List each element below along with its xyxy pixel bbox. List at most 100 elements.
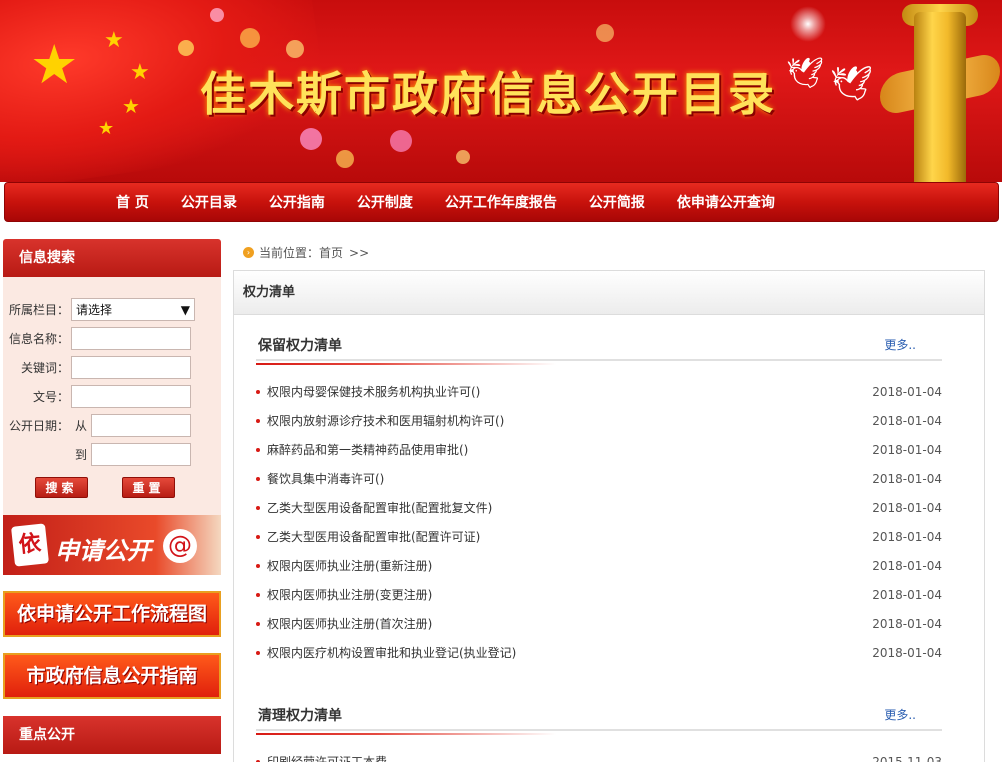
item-date: 2018-01-04 [872,413,942,428]
chevron-down-icon: ▼ [180,302,190,317]
flowchart-banner[interactable]: 依申请公开工作流程图 [3,591,221,637]
item-date: 2018-01-04 [872,616,942,631]
date-to-input[interactable] [91,443,191,466]
item-title[interactable]: 麻醉药品和第一类精神药品使用审批() [267,441,468,458]
huabiao-pillar-graphic [914,12,966,182]
bullet-icon [256,418,260,423]
nav-item-system[interactable]: 公开制度 [341,192,429,212]
list-item[interactable]: 印刷经营许可证工本费 2015-11-03 [256,747,942,762]
bokeh-light [178,40,194,56]
item-title[interactable]: 乙类大型医用设备配置审批(配置许可证) [267,528,480,545]
item-title[interactable]: 印刷经营许可证工本费 [267,753,387,762]
item-title[interactable]: 权限内放射源诊疗技术和医用辐射机构许可() [267,412,504,429]
name-label: 信息名称： [8,332,69,346]
column-label: 所属栏目： [8,303,69,317]
item-date: 2018-01-04 [872,645,942,660]
list-item[interactable]: 麻醉药品和第一类精神药品使用审批() 2018-01-04 [256,435,942,464]
breadcrumb-label: 当前位置： [259,246,320,260]
bullet-icon [256,621,260,626]
apply-banner-yi: 依 [11,523,49,567]
more-link[interactable]: 更多.. [884,706,942,729]
bokeh-light [596,24,614,42]
header-banner: ★ ★ ★ ★ ★ 🕊 🕊 佳木斯市政府信息公开目录 [0,0,1002,182]
nav-item-annual-report[interactable]: 公开工作年度报告 [429,192,573,212]
breadcrumb-separator: >> [349,245,370,260]
left-sidebar: 信息搜索 所属栏目： 请选择 ▼ 信息名称： 关键词： 文号： 公开日期： 从 [3,239,221,754]
star-icon: ★ [98,118,115,139]
to-label: 到 [75,448,88,462]
apply-banner[interactable]: 依 申请公开 @ [3,515,221,575]
bokeh-light [286,40,304,58]
main-panel: 权力清单 保留权力清单 更多.. 权限内母婴保健技术服务机构执业许可() 2018… [233,270,985,762]
item-title[interactable]: 乙类大型医用设备配置审批(配置批复文件) [267,499,492,516]
item-title[interactable]: 权限内医师执业注册(变更注册) [267,586,432,603]
item-date: 2018-01-04 [872,500,942,515]
bokeh-light [240,28,260,48]
star-icon: ★ [104,28,124,53]
keyword-input[interactable] [71,356,191,379]
reset-button[interactable]: 重置 [122,477,175,498]
section-cleared-powers: 清理权力清单 更多.. 印刷经营许可证工本费 2015-11-03 [256,705,942,762]
more-link[interactable]: 更多.. [884,336,942,359]
list-item[interactable]: 权限内放射源诊疗技术和医用辐射机构许可() 2018-01-04 [256,406,942,435]
search-panel-title: 信息搜索 [3,239,221,277]
main-nav: 首 页 公开目录 公开指南 公开制度 公开工作年度报告 公开简报 依申请公开查询 [4,182,999,222]
bokeh-light [390,130,412,152]
search-button[interactable]: 搜索 [35,477,88,498]
section-title: 保留权力清单 [256,335,556,365]
item-date: 2018-01-04 [872,558,942,573]
panel-title: 权力清单 [234,271,984,315]
item-title[interactable]: 权限内医疗机构设置审批和执业登记(执业登记) [267,644,516,661]
bullet-icon [256,563,260,568]
breadcrumb: › 当前位置： 首页 >> [243,244,369,261]
item-date: 2018-01-04 [872,529,942,544]
list-item[interactable]: 乙类大型医用设备配置审批(配置批复文件) 2018-01-04 [256,493,942,522]
date-from-input[interactable] [91,414,191,437]
list-item[interactable]: 权限内医疗机构设置审批和执业登记(执业登记) 2018-01-04 [256,638,942,667]
location-icon: › [243,247,254,258]
bokeh-light [300,128,322,150]
column-select[interactable]: 请选择 ▼ [71,298,195,321]
bullet-icon [256,650,260,655]
list-item[interactable]: 乙类大型医用设备配置审批(配置许可证) 2018-01-04 [256,522,942,551]
bokeh-light [336,150,354,168]
docno-input[interactable] [71,385,191,408]
star-icon: ★ [122,94,140,118]
bullet-icon [256,447,260,452]
guide-banner[interactable]: 市政府信息公开指南 [3,653,221,699]
section-title: 清理权力清单 [256,705,556,735]
star-icon: ★ [30,33,79,96]
nav-item-request-query[interactable]: 依申请公开查询 [661,192,791,212]
site-title: 佳木斯市政府信息公开目录 [200,67,776,121]
keyword-label: 关键词： [20,361,69,375]
bullet-icon [256,389,260,394]
item-title[interactable]: 餐饮具集中消毒许可() [267,470,384,487]
bullet-icon [256,592,260,597]
date-label: 公开日期： [8,419,69,433]
section-retained-powers: 保留权力清单 更多.. 权限内母婴保健技术服务机构执业许可() 2018-01-0… [256,335,942,667]
list-item[interactable]: 权限内医师执业注册(变更注册) 2018-01-04 [256,580,942,609]
column-select-value: 请选择 [76,303,113,317]
list-item[interactable]: 餐饮具集中消毒许可() 2018-01-04 [256,464,942,493]
breadcrumb-home-link[interactable]: 首页 [319,244,343,261]
item-date: 2018-01-04 [872,384,942,399]
item-title[interactable]: 权限内母婴保健技术服务机构执业许可() [267,383,480,400]
nav-item-guide[interactable]: 公开指南 [253,192,341,212]
nav-item-home[interactable]: 首 页 [100,192,165,212]
item-date: 2015-11-03 [872,754,942,762]
list-item[interactable]: 权限内医师执业注册(首次注册) 2018-01-04 [256,609,942,638]
name-input[interactable] [71,327,191,350]
nav-item-bulletin[interactable]: 公开简报 [573,192,661,212]
docno-label: 文号： [32,390,69,404]
list-item[interactable]: 权限内医师执业注册(重新注册) 2018-01-04 [256,551,942,580]
apply-banner-text: 申请公开 [55,537,151,565]
star-icon: ★ [130,60,150,85]
bullet-icon [256,476,260,481]
nav-item-catalog[interactable]: 公开目录 [165,192,253,212]
sparkle-graphic [790,6,826,42]
bokeh-light [210,8,224,22]
item-title[interactable]: 权限内医师执业注册(首次注册) [267,615,432,632]
item-title[interactable]: 权限内医师执业注册(重新注册) [267,557,432,574]
list-item[interactable]: 权限内母婴保健技术服务机构执业许可() 2018-01-04 [256,377,942,406]
item-date: 2018-01-04 [872,471,942,486]
